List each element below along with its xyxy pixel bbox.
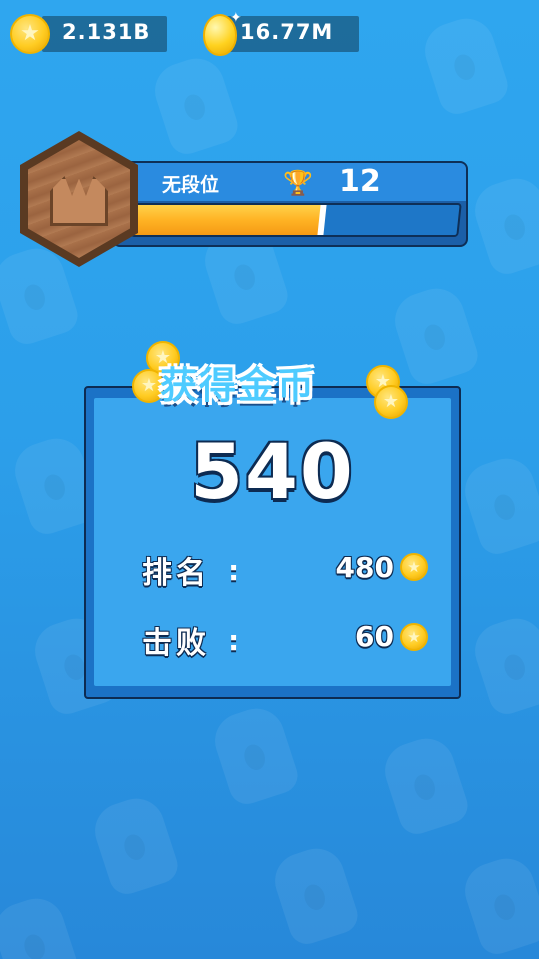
defeat-reward-label: 击败 bbox=[142, 626, 210, 661]
rank-reward-value: 480 bbox=[335, 551, 394, 584]
defeat-reward-colon: : bbox=[228, 624, 240, 657]
rank-reward-label: 排名 bbox=[142, 556, 210, 591]
sparkle-icon: ✦ bbox=[230, 10, 242, 26]
rank-progress-bar bbox=[130, 203, 462, 237]
defeat-reward-value: 60 bbox=[355, 620, 394, 653]
badge-wood bbox=[28, 140, 130, 258]
gold-currency-bar[interactable]: 2.131B bbox=[42, 16, 167, 52]
rank-progress-fill bbox=[132, 205, 324, 235]
rank-name: 无段位 bbox=[162, 174, 220, 196]
reward-title-banner: ★ ★ ★ ★ 获得金币 bbox=[130, 341, 408, 421]
rank-reward-colon: : bbox=[228, 554, 240, 587]
rank-panel: 无段位 🏆 12 bbox=[112, 161, 468, 247]
coin-icon: ★ bbox=[10, 14, 50, 54]
gem-amount: 16.77M bbox=[240, 20, 334, 44]
reward-amount: 540 bbox=[190, 427, 355, 516]
crown-icon bbox=[50, 176, 108, 226]
reward-title: 获得金币 bbox=[160, 364, 316, 407]
gold-amount: 2.131B bbox=[62, 20, 151, 44]
coin-icon: ★ bbox=[374, 385, 408, 419]
trophy-count: 12 bbox=[339, 164, 381, 199]
coin-icon: ★ bbox=[400, 623, 428, 651]
trophy-icon: 🏆 bbox=[283, 169, 313, 197]
coin-icon: ★ bbox=[400, 553, 428, 581]
gem-currency-bar[interactable]: 16.77M bbox=[224, 16, 359, 52]
